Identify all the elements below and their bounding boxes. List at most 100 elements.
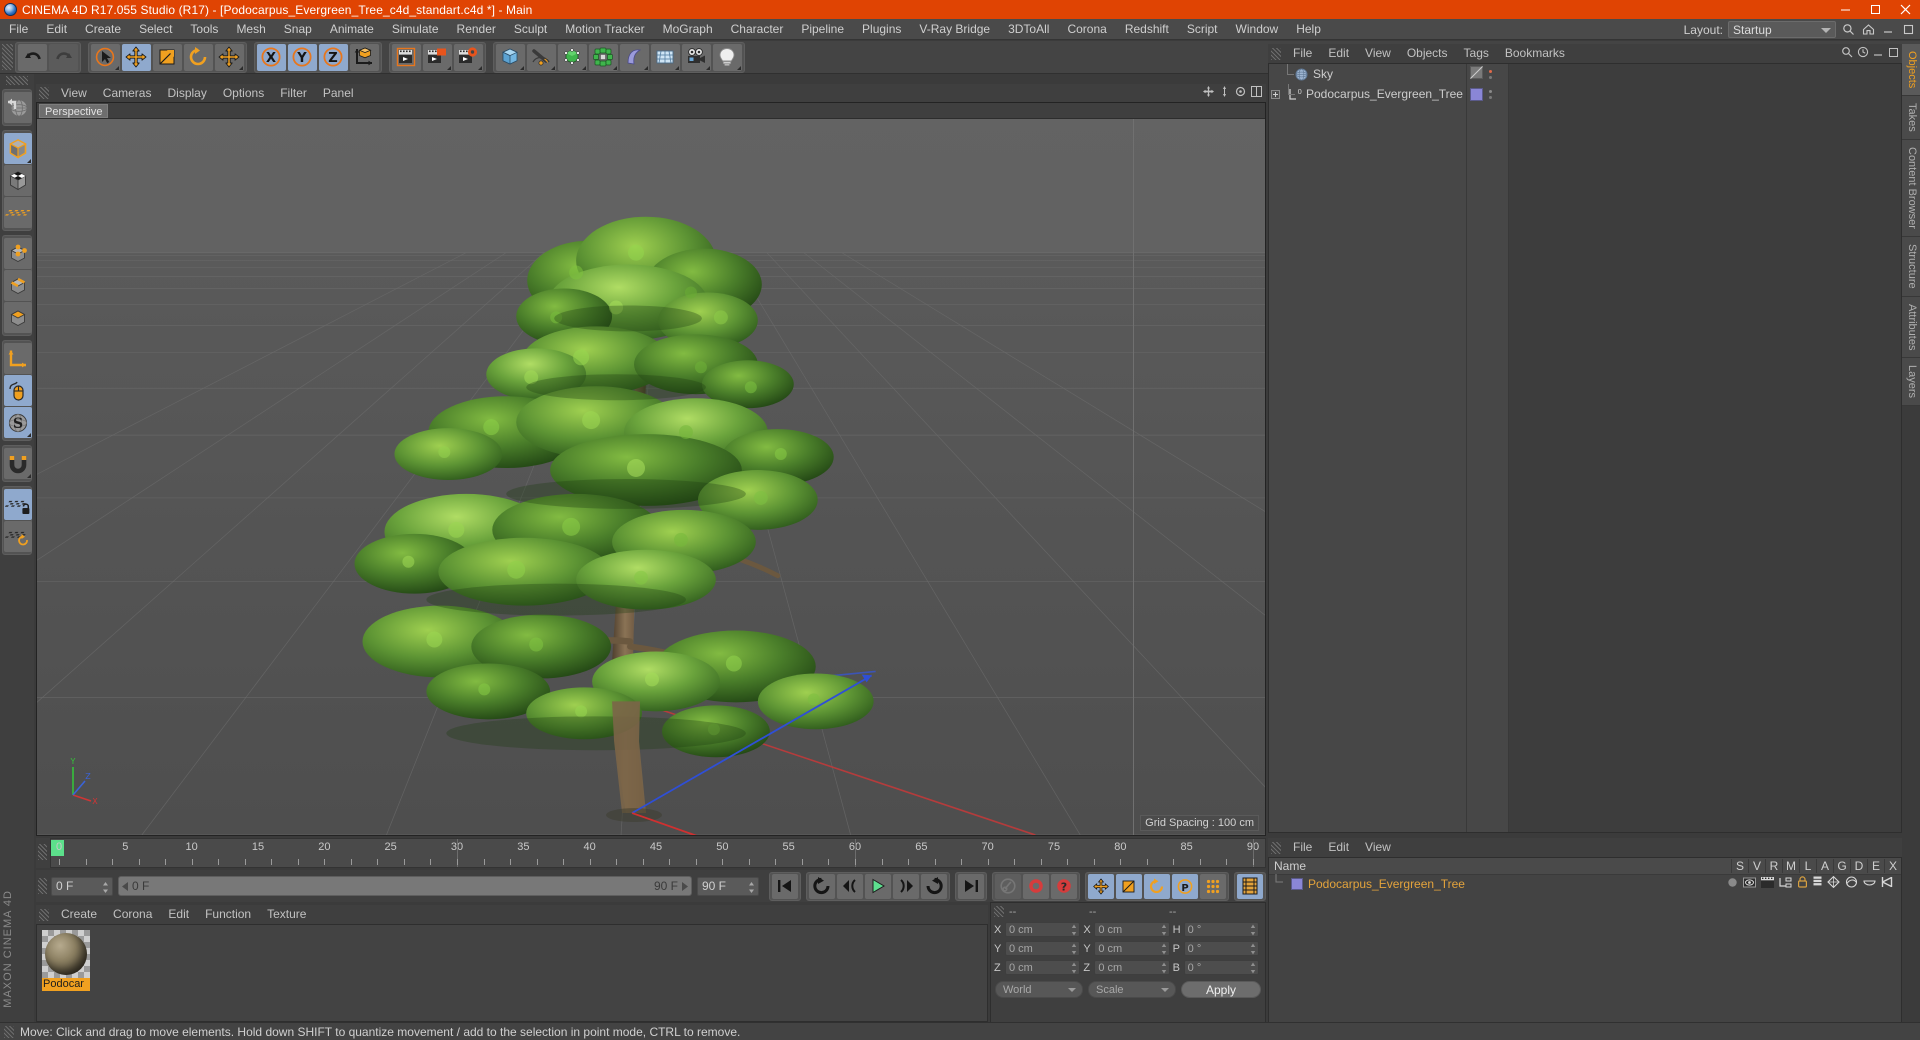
spinner-icon[interactable] (748, 881, 755, 894)
next-keyframe-button[interactable] (921, 873, 947, 899)
dot-icon[interactable] (1727, 877, 1738, 891)
column-header-name[interactable]: Name (1269, 859, 1731, 873)
coord-pos-field[interactable]: 0 cm (1005, 960, 1081, 975)
om-menu-tags[interactable]: Tags (1456, 44, 1497, 63)
visible-render-dot[interactable] (1489, 75, 1492, 79)
coord-size-field[interactable]: 0 cm (1094, 941, 1170, 956)
object-row[interactable]: Sky (1269, 64, 1466, 84)
spinner-icon[interactable] (1071, 943, 1077, 955)
autokeying-button[interactable] (995, 873, 1021, 899)
material-name-label[interactable]: Podocar (42, 978, 90, 991)
material-manager-body[interactable]: Podocar (36, 924, 988, 1022)
menu-item-animate[interactable]: Animate (321, 19, 383, 40)
menu-item-motion-tracker[interactable]: Motion Tracker (556, 19, 653, 40)
xref-icon[interactable] (1881, 876, 1893, 891)
menu-item-help[interactable]: Help (1287, 19, 1330, 40)
menu-item-snap[interactable]: Snap (275, 19, 321, 40)
parameter-key-button[interactable]: P (1172, 873, 1198, 899)
object-manager-grip[interactable] (1271, 47, 1281, 60)
menu-item-character[interactable]: Character (722, 19, 793, 40)
coord-pos-field[interactable]: 0 cm (1005, 922, 1081, 937)
material-menu-edit[interactable]: Edit (160, 905, 197, 924)
om-menu-file[interactable]: File (1285, 44, 1320, 63)
expander-icon[interactable] (1271, 89, 1280, 99)
material-menu-function[interactable]: Function (197, 905, 259, 924)
move-tool-button[interactable] (122, 43, 151, 71)
column-header-m[interactable]: M (1782, 859, 1799, 873)
coordinate-manager-grip[interactable] (994, 906, 1004, 917)
close-button[interactable] (1890, 0, 1920, 19)
tag-row[interactable]: Podocarpus_Evergreen_Tree (1269, 874, 1901, 892)
object-row[interactable]: 0 Podocarpus_Evergreen_Tree (1269, 84, 1466, 104)
column-header-d[interactable]: D (1850, 859, 1867, 873)
material-manager-grip[interactable] (39, 908, 49, 921)
material-menu-texture[interactable]: Texture (259, 905, 314, 924)
maximize-icon[interactable] (1888, 47, 1899, 61)
column-header-v[interactable]: V (1748, 859, 1765, 873)
play-button[interactable] (865, 873, 891, 899)
light-button[interactable] (713, 43, 742, 71)
visibility-dots[interactable] (1489, 89, 1492, 99)
material-menu-create[interactable]: Create (53, 905, 105, 924)
object-tag-cell[interactable] (1467, 64, 1508, 84)
viewport-tab-perspective[interactable]: Perspective (39, 104, 109, 118)
cube-primitive-button[interactable] (496, 43, 525, 71)
document-end-field[interactable]: 90 F (697, 876, 759, 896)
visibility-dots[interactable] (1489, 69, 1492, 79)
minimize-button[interactable] (1830, 0, 1860, 19)
keyframe-selection-button[interactable]: ? (1051, 873, 1077, 899)
frame-range-field[interactable]: 0 F 90 F (118, 876, 692, 896)
polygons-mode-button[interactable] (4, 302, 32, 333)
minimize-icon[interactable] (1873, 47, 1884, 61)
side-tab-attributes[interactable]: Attributes (1902, 296, 1920, 359)
tagmgr-menu-file[interactable]: File (1285, 838, 1320, 857)
column-header-e[interactable]: E (1867, 859, 1884, 873)
coord-pos-field[interactable]: 0 cm (1005, 941, 1081, 956)
playback-grip[interactable] (38, 878, 47, 894)
render-tag-icon[interactable] (1761, 876, 1774, 891)
om-menu-bookmarks[interactable]: Bookmarks (1497, 44, 1573, 63)
column-header-a[interactable]: A (1816, 859, 1833, 873)
object-manager-body[interactable]: Sky 0 Podocarpus_Evergreen_Tree (1268, 63, 1902, 833)
left-palette-grip[interactable] (6, 76, 28, 85)
menu-item-sculpt[interactable]: Sculpt (505, 19, 556, 40)
menu-item-window[interactable]: Window (1227, 19, 1288, 40)
spinner-icon[interactable] (1250, 924, 1256, 936)
side-tab-objects[interactable]: Objects (1902, 44, 1920, 97)
menu-item-script[interactable]: Script (1178, 19, 1227, 40)
menu-item-pipeline[interactable]: Pipeline (792, 19, 853, 40)
maximize-button[interactable] (1860, 0, 1890, 19)
spinner-icon[interactable] (1071, 924, 1077, 936)
home-layout-icon[interactable] (1861, 22, 1876, 37)
visible-render-dot[interactable] (1489, 95, 1492, 99)
search-icon[interactable] (1841, 22, 1856, 37)
menu-item-redshift[interactable]: Redshift (1116, 19, 1178, 40)
rotate-tool-button[interactable] (184, 43, 213, 71)
viewport-menu-panel[interactable]: Panel (315, 84, 362, 102)
object-color-swatch[interactable] (1291, 877, 1303, 890)
coord-size-field[interactable]: 0 cm (1094, 922, 1170, 937)
coord-rot-field[interactable]: 0 ° (1183, 941, 1259, 956)
viewport-solo-button[interactable] (4, 375, 32, 406)
lock-workplane-button[interactable] (4, 489, 32, 520)
viewport-menu-view[interactable]: View (53, 84, 95, 102)
compositing-tag-icon[interactable] (1779, 877, 1792, 891)
spinner-icon[interactable] (1161, 924, 1167, 936)
camera-button[interactable] (682, 43, 711, 71)
scale-view-icon[interactable] (1219, 86, 1230, 100)
coordinate-system-select[interactable]: World (995, 981, 1083, 998)
phong-tag-icon[interactable] (1845, 876, 1858, 891)
menu-item-plugins[interactable]: Plugins (853, 19, 910, 40)
menu-item-3dtoall[interactable]: 3DToAll (999, 19, 1058, 40)
material-tag-swatch[interactable] (1470, 87, 1483, 101)
undo-view-button[interactable] (4, 92, 32, 123)
current-frame-field[interactable]: 0 F (51, 876, 113, 896)
maximize-view-icon[interactable] (1251, 86, 1262, 100)
undo-button[interactable] (18, 43, 47, 71)
previous-frame-button[interactable] (837, 873, 863, 899)
spinner-icon[interactable] (1161, 943, 1167, 955)
minimize-panel-icon[interactable] (1881, 22, 1896, 37)
record-active-objects-button[interactable] (1023, 873, 1049, 899)
coord-rot-field[interactable]: 0 ° (1183, 922, 1259, 937)
move-free-button[interactable] (215, 43, 244, 71)
